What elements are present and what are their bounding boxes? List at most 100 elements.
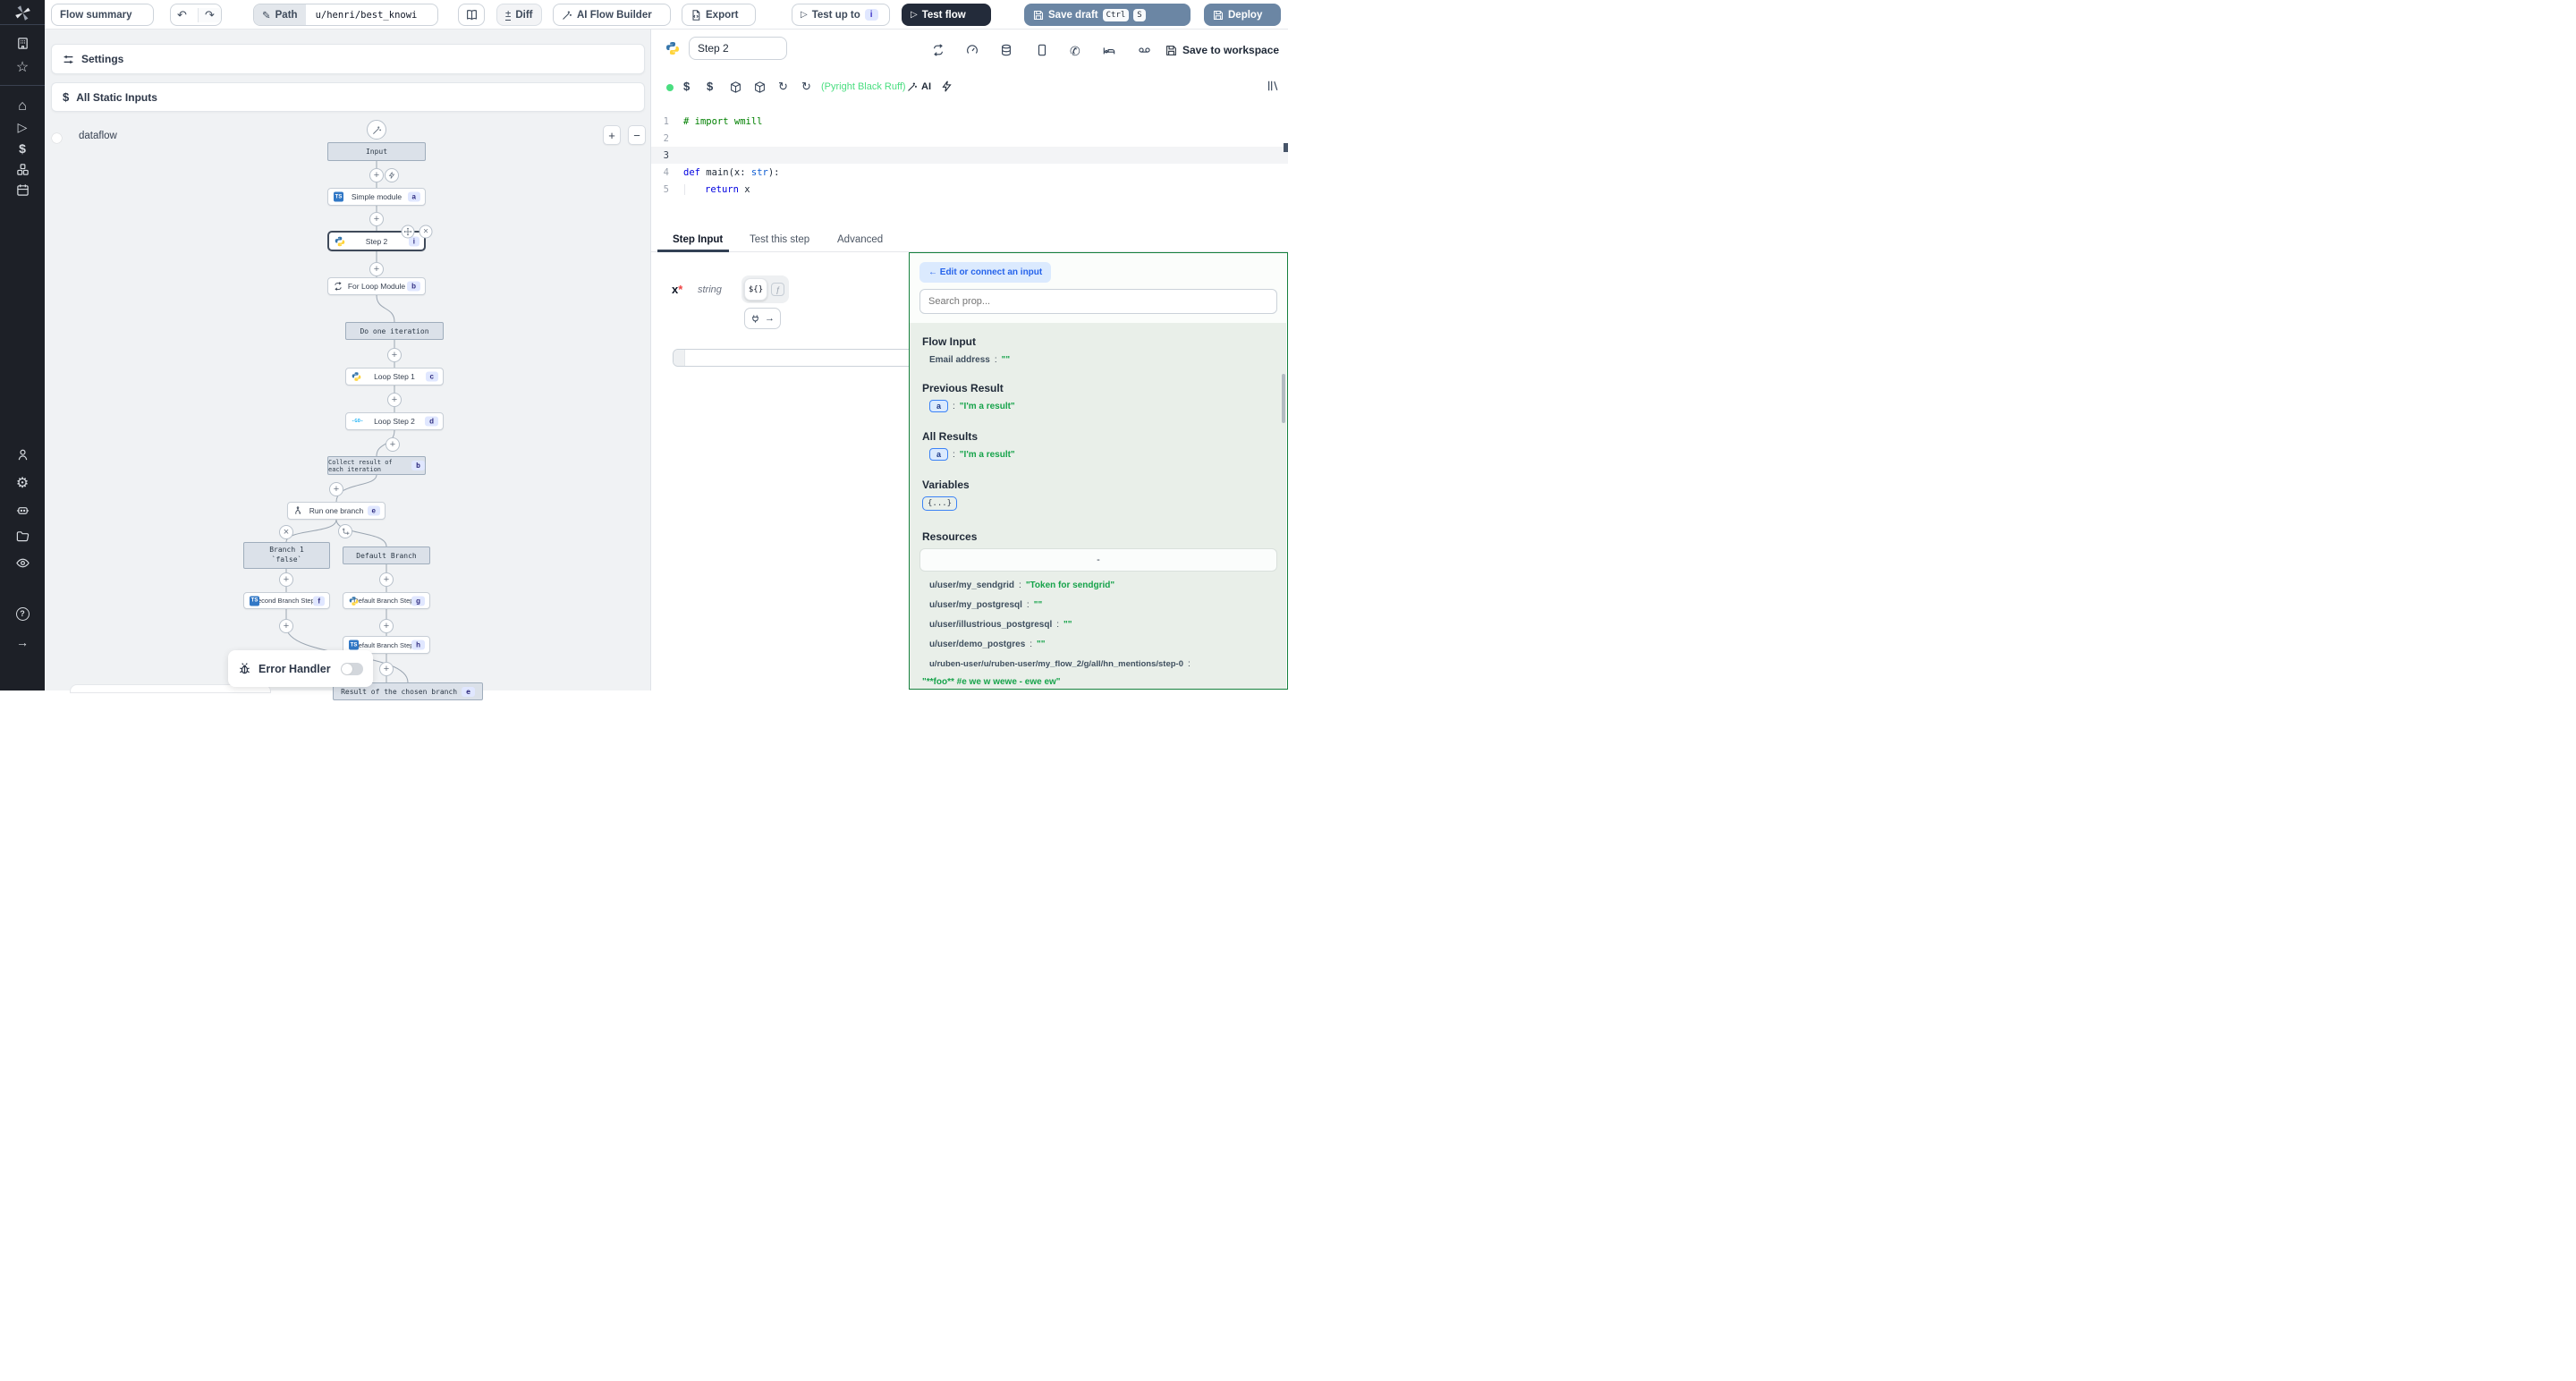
voicemail-icon[interactable] [1138,44,1151,56]
test-flow-button[interactable]: ▷ Test flow [902,4,991,26]
node-do-one-iteration[interactable]: Do one iteration [345,322,444,340]
docs-book-icon[interactable] [458,4,485,26]
prop-row-all-a[interactable]: a : "I'm a result" [929,448,1015,461]
folders-icon[interactable] [0,526,45,546]
library-icon[interactable] [1267,80,1279,92]
error-handler-toggle[interactable] [341,663,363,675]
move-step-icon[interactable] [402,225,415,239]
remove-branch-x-icon[interactable]: × [279,525,293,539]
resource-row[interactable]: u/user/illustrious_postgresql : "" [929,620,1072,630]
early-stop-gauge-icon[interactable] [966,44,979,56]
resource-row[interactable]: u/ruben-user/u/ruben-user/my_flow_2/g/al… [929,659,1191,669]
cache-database-icon[interactable] [1000,44,1013,56]
resources-filter-box[interactable]: - [919,548,1277,572]
connect-input-button[interactable]: → [744,308,781,329]
insert-step-plus-icon[interactable]: + [279,572,293,587]
retry-repeat-icon[interactable] [932,44,945,56]
user-person-icon[interactable] [0,445,45,464]
insert-step-plus-icon[interactable]: + [369,168,384,182]
result-key-badge[interactable]: a [929,400,948,412]
windmill-logo-icon[interactable] [0,3,45,22]
arg-value-input[interactable] [673,349,914,367]
workspace-building-icon[interactable] [0,33,45,53]
template-expr-button[interactable]: ${} [744,278,767,301]
insert-step-plus-icon[interactable]: + [329,482,343,496]
editor-scrollbar-thumb[interactable] [1284,143,1288,152]
flow-summary-button[interactable]: Flow summary [51,4,154,26]
trigger-bolt-icon[interactable] [385,168,399,182]
settings-gear-icon[interactable]: ⚙ [0,473,45,493]
resource-value-row[interactable]: "**foo** #e we w wewe - ewe ew" [922,677,1061,687]
resource-row[interactable]: u/user/my_sendgrid : "Token for sendgrid… [929,580,1114,590]
expand-arrow-icon[interactable]: → [0,632,45,652]
javascript-fn-button[interactable]: ƒ [771,283,784,296]
back-edit-connect-button[interactable]: ← Edit or connect an input [919,262,1051,283]
insert-step-plus-icon[interactable]: + [279,619,293,633]
package-box-icon[interactable] [754,81,766,93]
refresh-icon[interactable]: ↻ [801,80,811,94]
insert-step-plus-icon[interactable]: + [387,348,402,362]
ai-wand-node-icon[interactable] [367,120,386,140]
sleep-bed-icon[interactable] [1103,44,1115,56]
search-prop-input[interactable] [919,289,1277,314]
mock-square-icon[interactable] [1036,44,1048,56]
refresh-icon[interactable]: ↻ [778,80,788,94]
panel-scrollbar-thumb[interactable] [1282,374,1285,423]
node-collect-result[interactable]: Collect result of each iteration b [327,456,426,475]
node-second-branch-step-1[interactable]: TS Second Branch Step 1 f [243,592,330,609]
favorites-star-icon[interactable]: ☆ [0,57,45,77]
x-value-field[interactable] [685,350,913,366]
path-input[interactable] [310,10,437,21]
ai-flow-builder-button[interactable]: AI Flow Builder [553,4,671,26]
insert-step-plus-icon[interactable]: + [379,619,394,633]
flow-canvas[interactable]: Settings $ All Static Inputs dataflow + … [45,30,651,690]
add-branch-icon[interactable] [338,524,352,538]
step-name-input[interactable] [689,37,787,60]
prop-row-email[interactable]: Email address : "" [929,355,1010,365]
call-phone-icon[interactable]: ✆ [1070,44,1080,59]
variables-dollar-icon[interactable]: $ [0,139,45,158]
package-box-icon[interactable] [730,81,741,93]
resources-cubes-icon[interactable] [0,159,45,179]
node-default-branch[interactable]: Default Branch [343,546,430,564]
deploy-button[interactable]: Deploy [1204,4,1281,26]
home-icon[interactable]: ⌂ [0,97,45,116]
runs-play-icon[interactable]: ▷ [0,117,45,137]
export-button[interactable]: Export [682,4,756,26]
insert-step-plus-icon[interactable]: + [369,262,384,276]
insert-step-plus-icon[interactable]: + [386,437,400,452]
workers-robot-icon[interactable] [0,500,45,520]
delete-step-x-icon[interactable]: × [419,225,433,239]
prop-row-prev-a[interactable]: a : "I'm a result" [929,400,1015,412]
bolt-icon[interactable] [941,80,953,92]
insert-step-plus-icon[interactable]: + [379,572,394,587]
code-editor[interactable]: 1# import wmill 2 3 4def main(x: str): 5… [651,111,1288,234]
save-to-workspace-button[interactable]: Save to workspace [1165,40,1279,60]
save-draft-button[interactable]: Save draft Ctrl S [1024,4,1191,26]
node-loop-step-1[interactable]: Loop Step 1 c [345,368,444,385]
resource-row[interactable]: u/user/my_postgresql : "" [929,600,1042,610]
node-for-loop-module[interactable]: For Loop Module b [327,277,426,295]
redo-icon[interactable]: ↷ [198,8,221,22]
resource-row[interactable]: u/user/demo_postgres : "" [929,640,1046,649]
node-branch-1[interactable]: Branch 1 `false` [243,542,330,569]
insert-step-plus-icon[interactable]: + [387,393,402,407]
tab-advanced[interactable]: Advanced [837,234,883,252]
help-icon[interactable]: ? [0,604,45,623]
result-key-badge[interactable]: a [929,448,948,461]
insert-step-plus-icon[interactable]: + [379,662,394,676]
path-edit-button[interactable]: ✎ Path [254,4,306,25]
test-up-to-button[interactable]: ▷ Test up to i [792,4,890,26]
insert-step-plus-icon[interactable]: + [369,212,384,226]
node-input[interactable]: Input [327,142,426,161]
audit-eye-icon[interactable] [0,553,45,572]
schedules-calendar-icon[interactable] [0,180,45,199]
node-simple-module[interactable]: TS Simple module a [327,188,426,206]
ai-gen-button[interactable]: AI [907,81,931,92]
variables-object-badge[interactable]: {...} [922,496,957,511]
undo-icon[interactable]: ↶ [171,8,193,22]
node-run-one-branch[interactable]: Run one branch e [287,502,386,520]
node-default-branch-step-1[interactable]: Default Branch Step 1 g [343,592,430,609]
tab-test-this-step[interactable]: Test this step [750,234,809,252]
dollar-icon[interactable]: $ [683,80,690,93]
